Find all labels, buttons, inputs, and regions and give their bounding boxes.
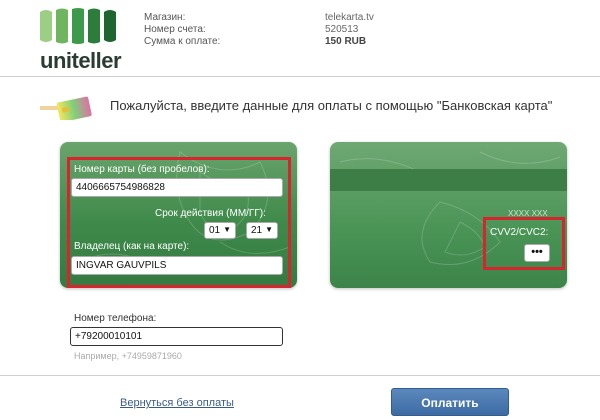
bank-card-icon bbox=[40, 96, 92, 120]
amount-value: 150 RUB bbox=[325, 36, 367, 47]
amount-label: Сумма к оплате: bbox=[144, 36, 221, 47]
pay-button[interactable]: Оплатить bbox=[391, 388, 509, 416]
magnetic-stripe bbox=[330, 169, 567, 191]
phone-hint: Например, +74959871960 bbox=[74, 351, 182, 361]
return-without-payment-link[interactable]: Вернуться без оплаты bbox=[120, 397, 234, 409]
cvv-highlight-frame bbox=[483, 217, 565, 270]
logo-wordmark: uniteller bbox=[40, 48, 122, 73]
phone-input[interactable]: +79200010101 bbox=[70, 327, 283, 346]
shop-value: telekarta.tv bbox=[325, 12, 374, 23]
uniteller-logo: uniteller bbox=[38, 8, 122, 73]
order-info-labels: Магазин: Номер счета: Сумма к оплате: bbox=[144, 12, 220, 48]
header-divider bbox=[0, 76, 600, 77]
order-info-values: telekarta.tv 520513 150 RUB bbox=[325, 12, 374, 48]
front-highlight-frame bbox=[67, 157, 291, 288]
invoice-value: 520513 bbox=[325, 24, 359, 35]
page-title: Пожалуйста, введите данные для оплаты с … bbox=[110, 98, 553, 113]
phone-label: Номер телефона: bbox=[74, 313, 157, 324]
invoice-label: Номер счета: bbox=[144, 24, 206, 35]
footer-divider bbox=[0, 375, 600, 376]
shop-label: Магазин: bbox=[144, 12, 186, 23]
logo-stripes-icon bbox=[40, 8, 116, 44]
